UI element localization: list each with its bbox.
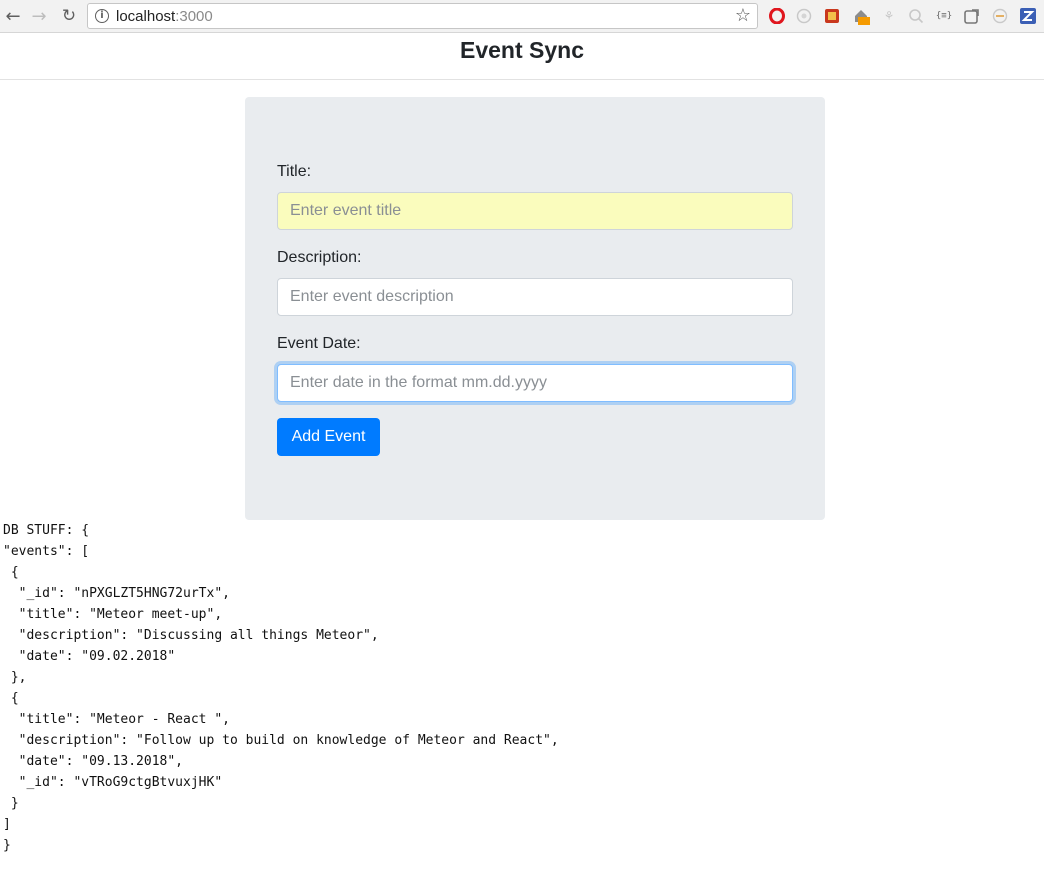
db-dump-line: "description": "Discussing all things Me… [3,628,379,643]
app-header: Event Sync [0,33,1044,80]
add-event-button[interactable]: Add Event [277,418,380,456]
tree-extension-icon[interactable]: ⚘ [880,7,898,25]
description-input[interactable] [277,278,793,316]
url-port: :3000 [175,8,213,25]
description-label: Description: [277,249,362,266]
link-extension-icon[interactable] [963,7,981,25]
event-date-label: Event Date: [277,335,361,352]
red-extension-icon[interactable] [823,7,841,25]
db-dump-line: }, [3,670,27,685]
db-dump-line: "date": "09.13.2018", [3,754,184,769]
db-dump-line: "date": "09.02.2018" [3,649,176,664]
page-title: Event Sync [460,37,584,63]
honey-off-extension-icon[interactable] [852,7,870,25]
back-arrow-icon[interactable]: ← [2,5,24,27]
db-dump: DB STUFF: { "events": [ { "_id": "nPXGLZT… [3,520,1033,856]
db-dump-line: "_id": "vTRoG9ctgBtvuxjHK" [3,775,223,790]
address-bar[interactable]: i localhost:3000 ☆ [87,3,758,29]
forward-arrow-icon[interactable]: → [28,5,50,27]
db-dump-line: "events": [ [3,544,90,559]
json-extension-icon[interactable]: {≡} [935,7,953,25]
db-dump-line: "title": "Meteor - React ", [3,712,230,727]
event-date-input[interactable] [277,364,793,402]
db-dump-line: { [3,691,19,706]
magnifier-extension-icon[interactable] [907,7,925,25]
db-dump-line: } [3,796,19,811]
url-host: localhost [116,8,176,25]
url-text: localhost:3000 [116,8,213,25]
db-dump-line: DB STUFF: { [3,523,90,538]
reload-icon[interactable]: ↻ [58,5,80,27]
opera-extension-icon[interactable] [768,7,786,25]
browser-toolbar: ← → ↻ i localhost:3000 ☆ ⚘ {≡} [0,0,1044,33]
gray-dash-extension-icon[interactable] [991,7,1009,25]
title-label: Title: [277,163,312,180]
db-dump-line: "title": "Meteor meet-up", [3,607,223,622]
db-dump-line: { [3,565,19,580]
db-dump-line: "description": "Follow up to build on kn… [3,733,559,748]
title-input[interactable] [277,192,793,230]
info-icon[interactable]: i [95,9,109,23]
bookmark-star-icon[interactable]: ☆ [735,5,751,26]
event-form: Title: Description: Event Date: Add Even… [245,97,825,520]
db-dump-line: ] [3,817,11,832]
gray-clock-extension-icon[interactable] [795,7,813,25]
db-dump-line: "_id": "nPXGLZT5HNG72urTx", [3,586,230,601]
zotero-extension-icon[interactable] [1019,7,1037,25]
db-dump-line: } [3,838,11,853]
